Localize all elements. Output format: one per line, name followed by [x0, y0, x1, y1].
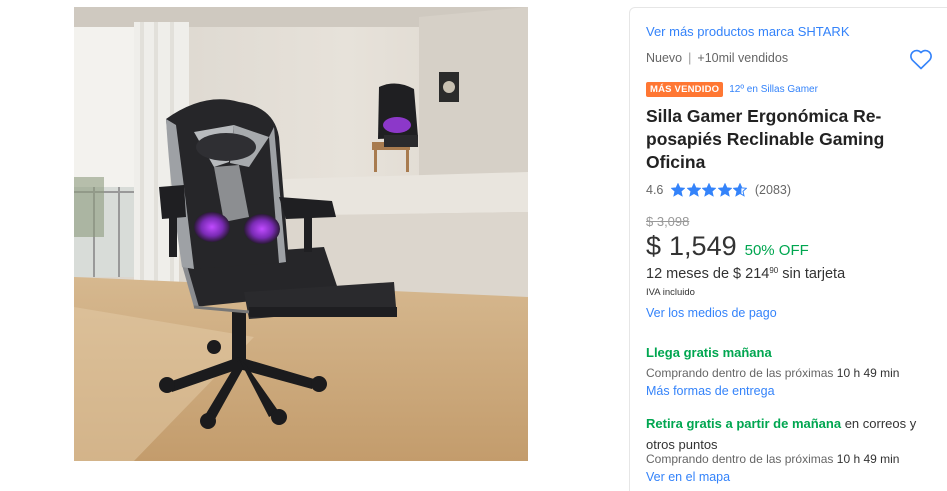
shipping-deadline-prefix: Comprando dentro de las próximas [646, 366, 837, 380]
category-ranking-link[interactable]: 12º en Sillas Gamer [729, 84, 818, 95]
more-delivery-options-link[interactable]: Más formas de entrega [646, 384, 775, 398]
rating-value: 4.6 [646, 183, 664, 197]
buy-box: Ver más productos marca SHTARK Nuevo | +10… [629, 7, 947, 491]
pickup-title-highlight: Retira gratis a partir de mañana [646, 416, 842, 431]
pickup-deadline-time: 10 h 49 min [836, 452, 900, 466]
review-count: (2083) [754, 183, 792, 197]
discount-label: 50% OFF [744, 242, 809, 259]
shipping-deadline: Comprando dentro de las próximas 10 h 49… [646, 366, 899, 380]
gaming-chair-photo [74, 7, 528, 461]
shipping-deadline-time: 10 h 49 min [836, 366, 900, 380]
product-title: Silla Gamer Ergonómica Re-posapiés Recli… [646, 106, 885, 172]
installments-prefix: 12 meses de $ 214 [646, 266, 770, 282]
current-price: $ 1,549 50% OFF [646, 231, 809, 262]
original-price: $ 3,098 [646, 214, 690, 229]
star-icon [671, 183, 686, 197]
rating-stars [671, 183, 749, 197]
star-icon [686, 183, 701, 197]
star-icon [702, 183, 717, 197]
heart-icon[interactable] [909, 48, 933, 70]
best-seller-badge: MÁS VENDIDO [646, 82, 724, 97]
star-icon [733, 183, 748, 197]
badges-row: MÁS VENDIDO 12º en Sillas Gamer [646, 82, 818, 97]
sold-count: +10mil vendidos [697, 51, 789, 65]
view-map-link[interactable]: Ver en el mapa [646, 470, 730, 484]
pickup-deadline: Comprando dentro de las próximas 10 h 49… [646, 452, 899, 466]
pickup-deadline-prefix: Comprando dentro de las próximas [646, 452, 837, 466]
shipping-title: Llega gratis mañana [646, 345, 772, 360]
condition-label: Nuevo [646, 51, 683, 65]
installments-suffix: sin tarjeta [778, 266, 846, 282]
rating-summary[interactable]: 4.6 (2083) [646, 183, 791, 197]
price-amount: 1,549 [669, 231, 737, 261]
product-meta: Nuevo | +10mil vendidos [646, 51, 788, 65]
installments-text: 12 meses de $ 21490 sin tarjeta [646, 266, 845, 282]
star-icon [717, 183, 732, 197]
product-image[interactable] [74, 7, 528, 461]
pickup-title: Retira gratis a partir de mañana en corr… [646, 413, 946, 455]
price-currency: $ [646, 231, 662, 261]
brand-link[interactable]: Ver más productos marca SHTARK [646, 24, 850, 39]
payment-methods-link[interactable]: Ver los medios de pago [646, 306, 777, 320]
meta-divider: | [688, 51, 692, 65]
tax-note: IVA incluido [646, 287, 695, 298]
installments-cents: 90 [769, 266, 779, 275]
